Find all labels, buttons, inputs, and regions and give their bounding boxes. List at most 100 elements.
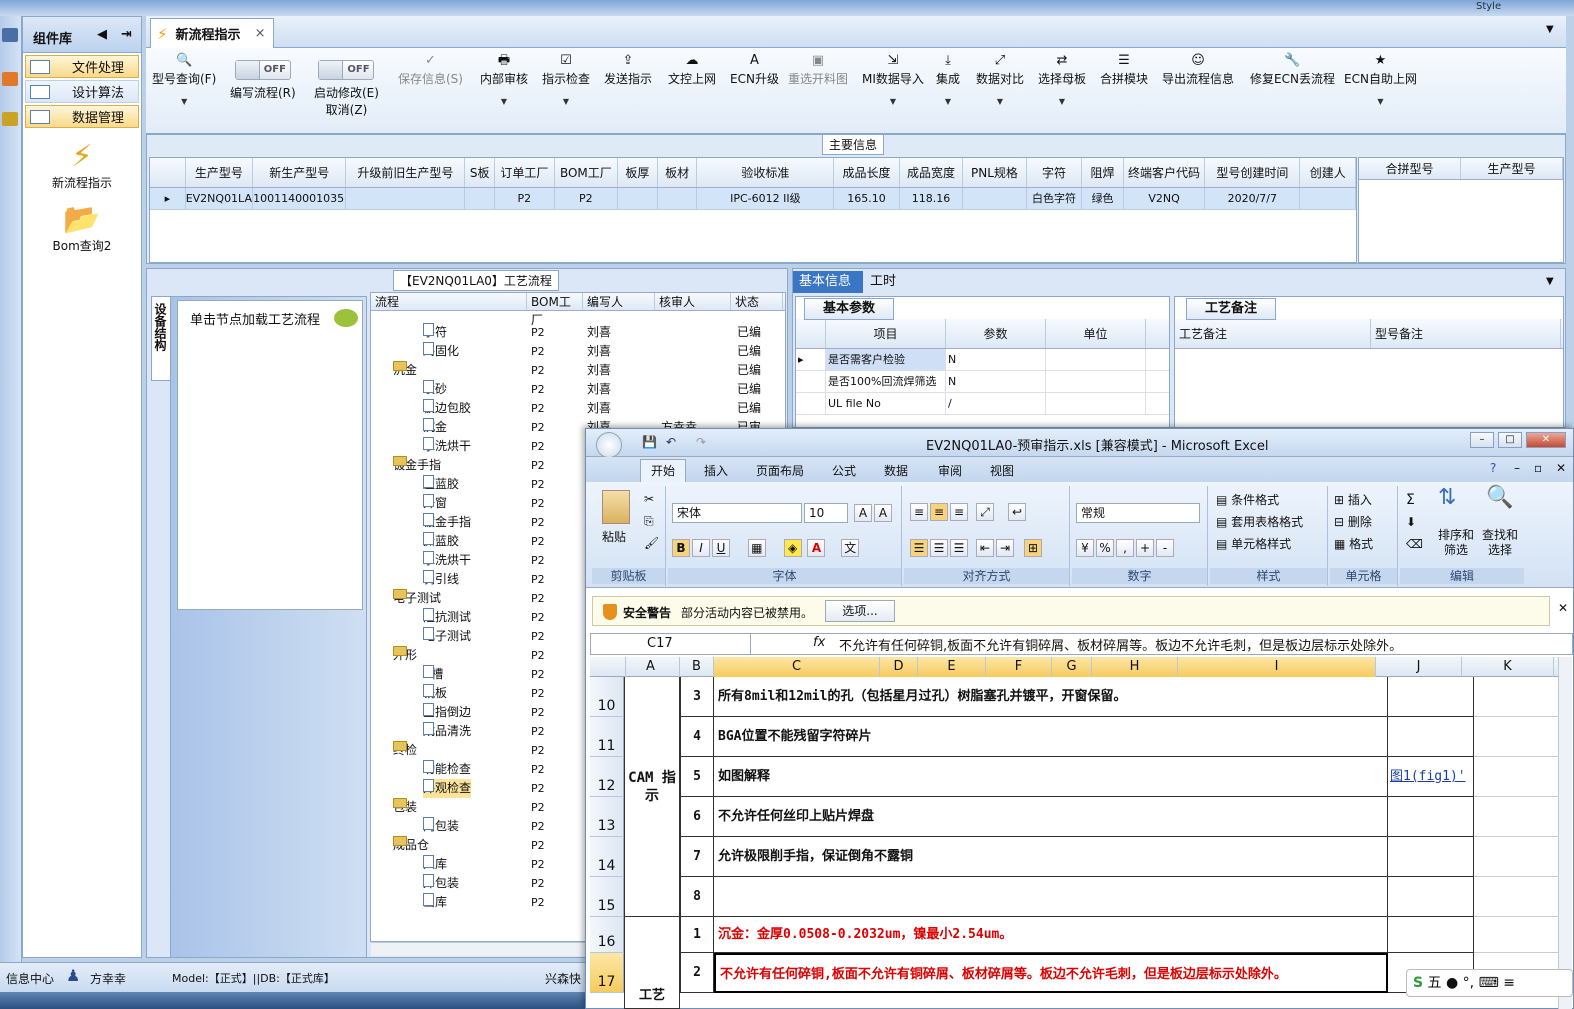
- link-cell[interactable]: 图1(fig1)': [1388, 757, 1474, 797]
- office-button-icon[interactable]: [596, 432, 622, 458]
- empty-cell[interactable]: [1474, 717, 1558, 757]
- param-row[interactable]: UL file No /: [796, 393, 1169, 415]
- toggle-switch[interactable]: OFF: [318, 60, 375, 80]
- format-painter-icon[interactable]: 🖌: [644, 536, 659, 550]
- toggle-switch[interactable]: OFF: [234, 60, 291, 80]
- panel-dropdown-icon[interactable]: ▼: [1546, 276, 1554, 287]
- step-number-cell[interactable]: 3: [680, 677, 714, 717]
- row-header[interactable]: 12: [590, 757, 624, 797]
- tab-basic-params[interactable]: 基本参数: [804, 298, 894, 320]
- decrease-indent-icon[interactable]: ⇤: [976, 539, 994, 557]
- align-top-icon[interactable]: ≡: [910, 503, 928, 521]
- tool-icon[interactable]: [2, 112, 18, 126]
- close-button[interactable]: ✕: [1526, 432, 1566, 448]
- column-header-H[interactable]: H: [1092, 657, 1178, 677]
- chevron-down-icon[interactable]: ▼: [480, 97, 528, 106]
- instruction-cell[interactable]: 沉金：金厚0.0508-0.2032um，镍最小2.54um。: [714, 917, 1388, 953]
- toolbar-item-5[interactable]: ☑ 指示检查 ▼: [542, 52, 590, 106]
- link-cell[interactable]: [1388, 837, 1474, 877]
- toolbar-item-3[interactable]: ✓ 保存信息(S): [398, 52, 463, 87]
- pin-icon[interactable]: ⇥: [121, 27, 132, 42]
- column-header-D[interactable]: D: [880, 657, 918, 677]
- toolbar-item-14[interactable]: ☰ 合拼模块: [1100, 52, 1148, 87]
- empty-cell[interactable]: [1474, 677, 1558, 717]
- row-header[interactable]: 14: [590, 837, 624, 877]
- toolbar-item-17[interactable]: ★ ECN自助上网 ▼: [1344, 52, 1417, 106]
- underline-icon[interactable]: U: [712, 539, 730, 557]
- row-header[interactable]: 17: [590, 953, 624, 993]
- cut-icon[interactable]: ✂: [644, 492, 654, 506]
- empty-cell[interactable]: [1474, 917, 1558, 953]
- column-header-C[interactable]: C: [714, 657, 880, 677]
- sort-filter-icon[interactable]: ⇅: [1438, 487, 1456, 509]
- toolbar-item-10[interactable]: ⇲ MI数据导入 ▼: [862, 52, 924, 106]
- function-icon[interactable]: fx: [813, 635, 825, 650]
- clear-icon[interactable]: ⌫: [1406, 534, 1423, 554]
- delete-cells-button[interactable]: ⊟ 删除: [1334, 512, 1372, 532]
- figure-link[interactable]: 图1(fig1)': [1390, 769, 1466, 784]
- ribbon-tab[interactable]: 视图: [990, 462, 1014, 479]
- align-middle-icon[interactable]: ≡: [930, 503, 948, 521]
- column-header-G[interactable]: G: [1052, 657, 1092, 677]
- instruction-cell[interactable]: 所有8mil和12mil的孔（包括星月过孔）树脂塞孔并镀平，开窗保留。: [714, 677, 1388, 717]
- find-select-button[interactable]: 查找和选择: [1480, 528, 1520, 558]
- chevron-down-icon[interactable]: ▼: [152, 97, 216, 106]
- toolbar-item-2[interactable]: OFF 启动修改(E) 取消(Z): [314, 56, 379, 118]
- conditional-format-button[interactable]: ▤ 条件格式: [1216, 490, 1279, 510]
- ime-toolbar[interactable]: S 五 ● °, ⌨ ≡: [1406, 969, 1573, 997]
- row-header[interactable]: 10: [590, 677, 624, 717]
- step-number-cell[interactable]: 8: [680, 877, 714, 917]
- empty-cell[interactable]: [1474, 877, 1558, 917]
- security-close-icon[interactable]: ✕: [1558, 601, 1568, 615]
- fill-color-icon[interactable]: ◈: [783, 539, 802, 557]
- grow-font-icon[interactable]: AA: [854, 503, 894, 523]
- ribbon-minimize-icon[interactable]: –: [1514, 461, 1520, 475]
- minimize-button[interactable]: –: [1470, 432, 1494, 448]
- link-cell[interactable]: [1388, 877, 1474, 917]
- instruction-cell[interactable]: BGA位置不能残留字符碎片: [714, 717, 1388, 757]
- tree-row[interactable]: 字符 P2 刘喜 已编: [371, 323, 785, 342]
- currency-icon[interactable]: ¥: [1076, 539, 1094, 557]
- toolbar-item-11[interactable]: ⤓ 集成 ▼: [936, 52, 960, 106]
- step-number-cell[interactable]: 2: [680, 953, 714, 993]
- wrap-text-icon[interactable]: ↩: [1008, 503, 1026, 521]
- tab-new-process[interactable]: ⚡ 新流程指示 ×: [150, 18, 274, 48]
- step-number-cell[interactable]: 1: [680, 917, 714, 953]
- link-cell[interactable]: [1388, 917, 1474, 953]
- toolbar-item-0[interactable]: 🔍 型号查询(F) ▼: [152, 52, 216, 106]
- italic-icon[interactable]: I: [692, 539, 710, 557]
- row-header[interactable]: 13: [590, 797, 624, 837]
- percent-icon[interactable]: %: [1096, 539, 1114, 557]
- quick-save-icon[interactable]: 💾: [642, 435, 657, 449]
- step-number-cell[interactable]: 4: [680, 717, 714, 757]
- increase-decimal-icon[interactable]: +: [1136, 539, 1154, 557]
- help-icon[interactable]: ?: [1490, 461, 1496, 475]
- toolbar-item-7[interactable]: ☁ 文控上网: [668, 52, 716, 87]
- row-header[interactable]: 15: [590, 877, 624, 917]
- border-icon[interactable]: ▦: [747, 539, 766, 557]
- tab-equipment-structure[interactable]: 设备结构: [151, 296, 171, 381]
- link-cell[interactable]: [1388, 677, 1474, 717]
- align-right-icon[interactable]: ☰: [950, 539, 968, 557]
- ribbon-tab[interactable]: 数据: [884, 462, 908, 479]
- chevron-down-icon[interactable]: ▼: [936, 97, 960, 106]
- column-header-F[interactable]: F: [986, 657, 1052, 677]
- step-number-cell[interactable]: 6: [680, 797, 714, 837]
- sidebar-item-1[interactable]: 📂 Bom查询2: [23, 203, 141, 254]
- format-as-table-button[interactable]: ▤ 套用表格格式: [1216, 512, 1303, 532]
- chevron-down-icon[interactable]: ▼: [1038, 97, 1086, 106]
- tree-row[interactable]: 板边包胶 P2 刘喜 已编: [371, 399, 785, 418]
- sort-filter-button[interactable]: 排序和筛选: [1436, 528, 1476, 558]
- toolbar-item-13[interactable]: ⇄ 选择母板 ▼: [1038, 52, 1086, 106]
- ribbon-tab[interactable]: 公式: [832, 462, 856, 479]
- phonetic-icon[interactable]: 文: [841, 539, 860, 557]
- sidebar-item-0[interactable]: ⚡ 新流程指示: [23, 140, 141, 191]
- formula-input[interactable]: 不允许有任何碎铜,板面不允许有铜碎屑、板材碎屑等。板边不允许毛刺，但是板边层标示…: [839, 635, 1402, 654]
- toolbar-item-4[interactable]: 🖶 内部审核 ▼: [480, 52, 528, 106]
- column-header-K[interactable]: K: [1462, 657, 1554, 677]
- chevron-down-icon[interactable]: ▼: [1344, 97, 1417, 106]
- empty-cell[interactable]: [1474, 837, 1558, 877]
- column-header-J[interactable]: J: [1376, 657, 1462, 677]
- instruction-cell[interactable]: 不允许任何丝印上贴片焊盘: [714, 797, 1388, 837]
- paste-button[interactable]: 粘贴: [602, 528, 626, 545]
